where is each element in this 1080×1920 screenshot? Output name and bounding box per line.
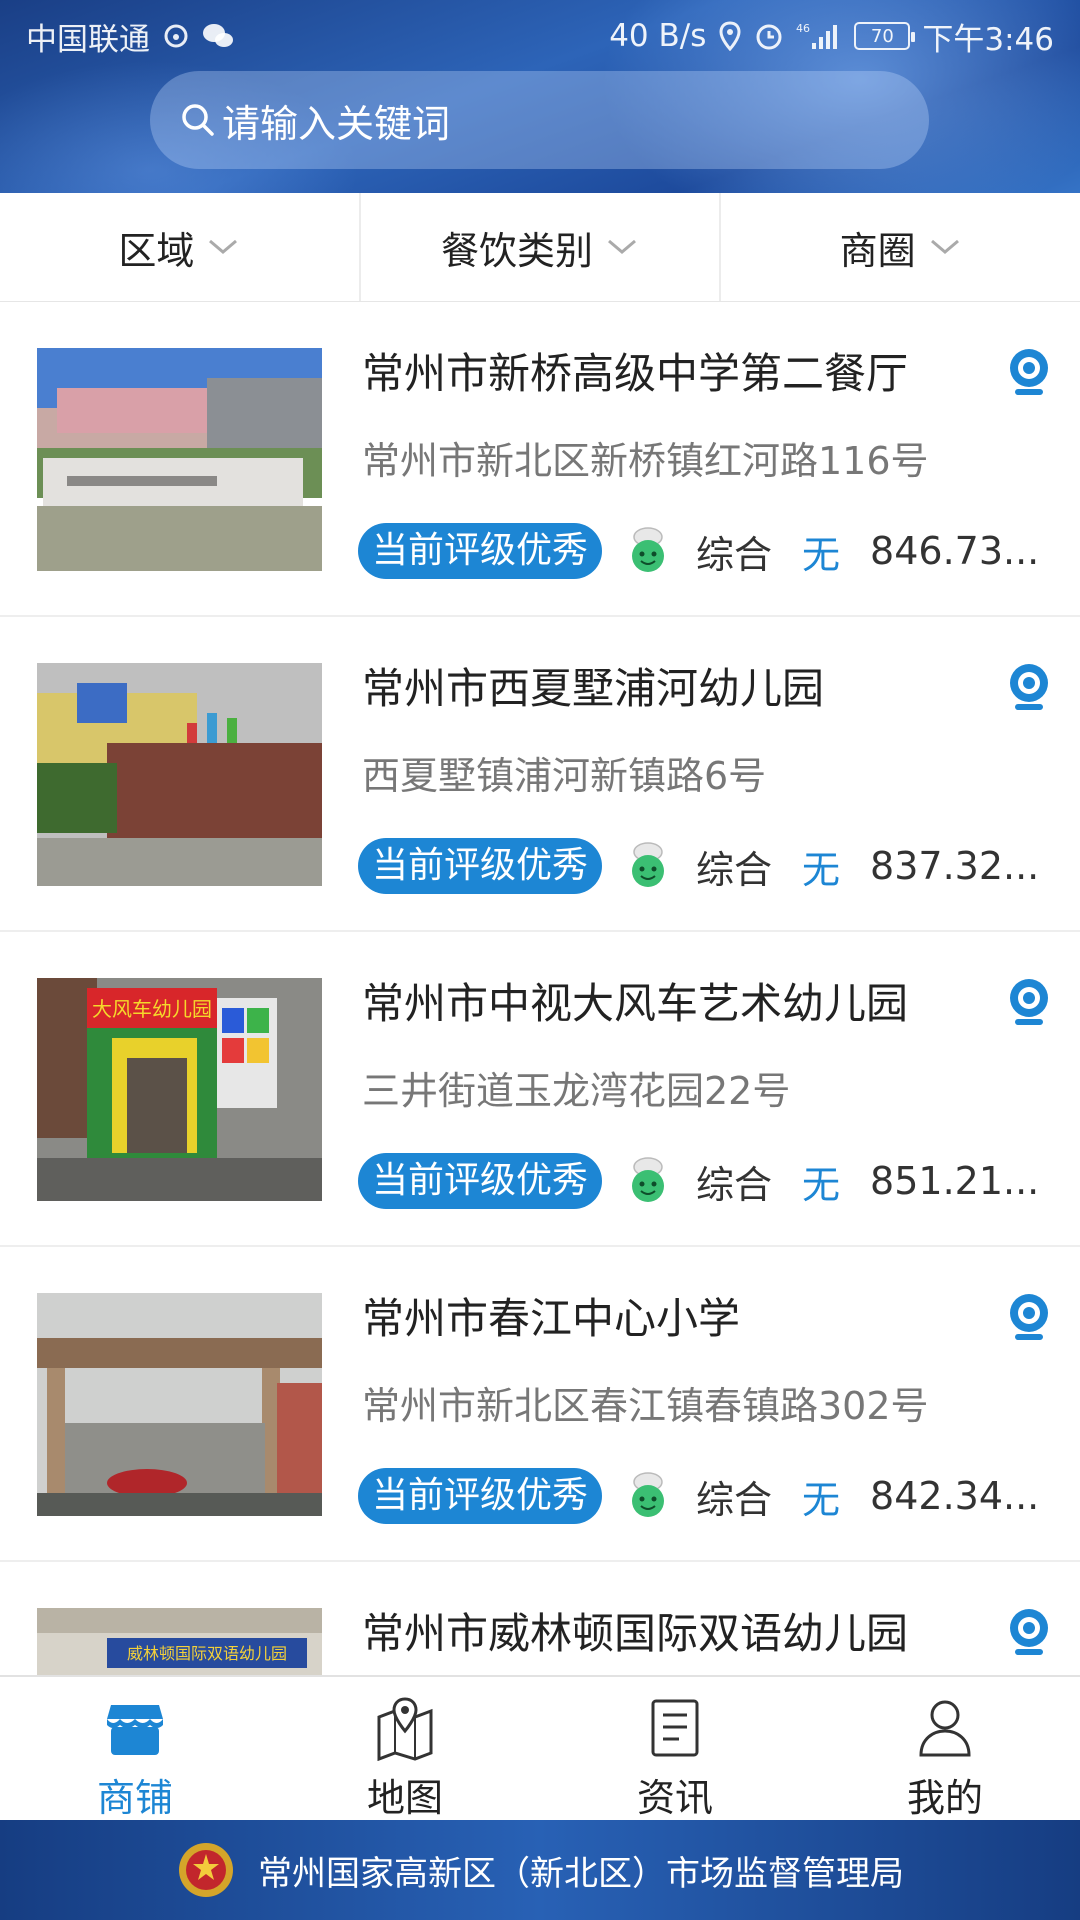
filter-bar: 区域 餐饮类别 商圈 — [0, 193, 1080, 302]
shop-category: 综合 — [696, 532, 773, 577]
alarm-icon — [754, 21, 784, 51]
footer-banner: 常州国家高新区（新北区）市场监督管理局 — [0, 1820, 1080, 1920]
shop-name: 常州市威林顿国际双语幼儿园 — [362, 1609, 909, 1658]
shop-icon — [105, 1695, 165, 1761]
carrier-label: 中国联通 — [26, 21, 150, 58]
shop-meta: 当前评级优秀 综合 无 846.73... — [358, 523, 1039, 579]
list-item[interactable]: 常州市新桥高级中学第二餐厅 常州市新北区新桥镇红河路116号 当前评级优秀 综合… — [0, 302, 1080, 617]
shop-name: 常州市中视大风车艺术幼儿园 — [362, 979, 909, 1028]
nav-label: 地图 — [366, 1776, 443, 1820]
location-icon — [718, 21, 742, 51]
shop-category: 综合 — [696, 847, 773, 892]
nav-label: 我的 — [906, 1776, 983, 1820]
shop-photo — [37, 663, 322, 886]
shop-distance: 842.34... — [870, 1474, 1040, 1518]
filter-business-district[interactable]: 商圈 — [721, 193, 1080, 301]
battery-level: 70 — [870, 25, 894, 47]
shop-category: 综合 — [696, 1162, 773, 1207]
shop-distance: 846.73... — [870, 529, 1040, 573]
nav-shops[interactable]: 商铺 — [0, 1677, 270, 1820]
shop-photo: 威林顿国际双语幼儿园 — [37, 1608, 322, 1675]
photo-sign-text: 威林顿国际双语幼儿园 — [127, 1644, 287, 1663]
photo-sign-text: 大风车幼儿园 — [92, 997, 212, 1021]
camera-icon[interactable] — [1006, 662, 1052, 712]
chef-icon — [626, 527, 670, 575]
rating-badge: 当前评级优秀 — [358, 1153, 603, 1209]
shop-address: 常州市新北区春江镇春镇路302号 — [362, 1384, 929, 1428]
rating-badge: 当前评级优秀 — [358, 523, 603, 579]
nav-news[interactable]: 资讯 — [540, 1677, 810, 1820]
search-input[interactable]: 请输入关键词 — [150, 71, 929, 169]
camera-icon[interactable] — [1006, 1292, 1052, 1342]
rating-badge: 当前评级优秀 — [358, 1468, 603, 1524]
emblem-icon — [176, 1840, 236, 1900]
nav-label: 资讯 — [636, 1776, 713, 1820]
battery-icon: 70 — [854, 22, 916, 50]
clock: 下午3:46 — [922, 21, 1054, 58]
shop-list: 常州市新桥高级中学第二餐厅 常州市新北区新桥镇红河路116号 当前评级优秀 综合… — [0, 302, 1080, 1675]
chevron-down-icon — [206, 237, 240, 257]
filter-category[interactable]: 餐饮类别 — [361, 193, 722, 301]
list-item[interactable]: 大风车幼儿园 常州市中视大风车艺术幼儿园 三井街道玉龙湾花园22号 当前评级优秀… — [0, 932, 1080, 1247]
chef-icon — [626, 1157, 670, 1205]
chevron-down-icon — [605, 237, 639, 257]
shop-distance: 851.21... — [870, 1159, 1040, 1203]
shop-meta: 当前评级优秀 综合 无 837.32... — [358, 838, 1039, 894]
filter-label: 商圈 — [839, 228, 916, 273]
footer-text: 常州国家高新区（新北区）市场监督管理局 — [258, 1853, 904, 1894]
map-icon — [375, 1695, 435, 1761]
nav-mine[interactable]: 我的 — [810, 1677, 1080, 1820]
shop-category: 综合 — [696, 1477, 773, 1522]
network-speed: 40 B/s — [609, 18, 707, 54]
shop-status: 无 — [802, 532, 841, 577]
list-item[interactable]: 常州市春江中心小学 常州市新北区春江镇春镇路302号 当前评级优秀 综合 无 8… — [0, 1247, 1080, 1562]
nav-map[interactable]: 地图 — [270, 1677, 540, 1820]
camera-icon[interactable] — [1006, 1607, 1052, 1657]
network-type: 46 — [796, 22, 810, 35]
shop-photo — [37, 348, 322, 571]
chef-icon — [626, 1472, 670, 1520]
shop-address: 常州市新北区新桥镇红河路116号 — [362, 439, 929, 483]
list-item[interactable]: 常州市西夏墅浦河幼儿园 西夏墅镇浦河新镇路6号 当前评级优秀 综合 无 837.… — [0, 617, 1080, 932]
shop-status: 无 — [802, 1162, 841, 1207]
shop-meta: 当前评级优秀 综合 无 842.34... — [358, 1468, 1039, 1524]
signal-icon: 46 — [796, 21, 842, 51]
shop-name: 常州市春江中心小学 — [362, 1294, 741, 1343]
nav-label: 商铺 — [96, 1776, 173, 1820]
wechat-icon — [202, 22, 234, 50]
filter-label: 区域 — [118, 228, 195, 273]
chef-icon — [626, 842, 670, 890]
bottom-nav: 商铺 地图 资讯 我的 — [0, 1675, 1080, 1820]
filter-label: 餐饮类别 — [441, 228, 594, 273]
news-icon — [645, 1695, 705, 1761]
camera-icon[interactable] — [1006, 347, 1052, 397]
shop-name: 常州市西夏墅浦河幼儿园 — [362, 664, 825, 713]
camera-icon[interactable] — [1006, 977, 1052, 1027]
rating-badge: 当前评级优秀 — [358, 838, 603, 894]
shop-photo — [37, 1293, 322, 1516]
list-item[interactable]: 威林顿国际双语幼儿园 常州市威林顿国际双语幼儿园 — [0, 1562, 1080, 1675]
user-icon — [915, 1695, 975, 1761]
header: 中国联通 40 B/s 46 70 下午3:46 请输入关键词 — [0, 0, 1080, 193]
shop-meta: 当前评级优秀 综合 无 851.21... — [358, 1153, 1039, 1209]
shop-photo: 大风车幼儿园 — [37, 978, 322, 1201]
filter-region[interactable]: 区域 — [0, 193, 361, 301]
shop-name: 常州市新桥高级中学第二餐厅 — [362, 349, 909, 398]
shop-status: 无 — [802, 847, 841, 892]
search-icon — [178, 100, 218, 140]
shop-address: 三井街道玉龙湾花园22号 — [362, 1069, 791, 1113]
shop-distance: 837.32... — [870, 844, 1040, 888]
shop-address: 西夏墅镇浦河新镇路6号 — [362, 754, 767, 798]
shop-status: 无 — [802, 1477, 841, 1522]
weibo-icon — [162, 22, 190, 50]
search-placeholder: 请输入关键词 — [222, 101, 451, 146]
status-bar: 中国联通 40 B/s 46 70 下午3:46 — [0, 0, 1080, 72]
chevron-down-icon — [928, 237, 962, 257]
